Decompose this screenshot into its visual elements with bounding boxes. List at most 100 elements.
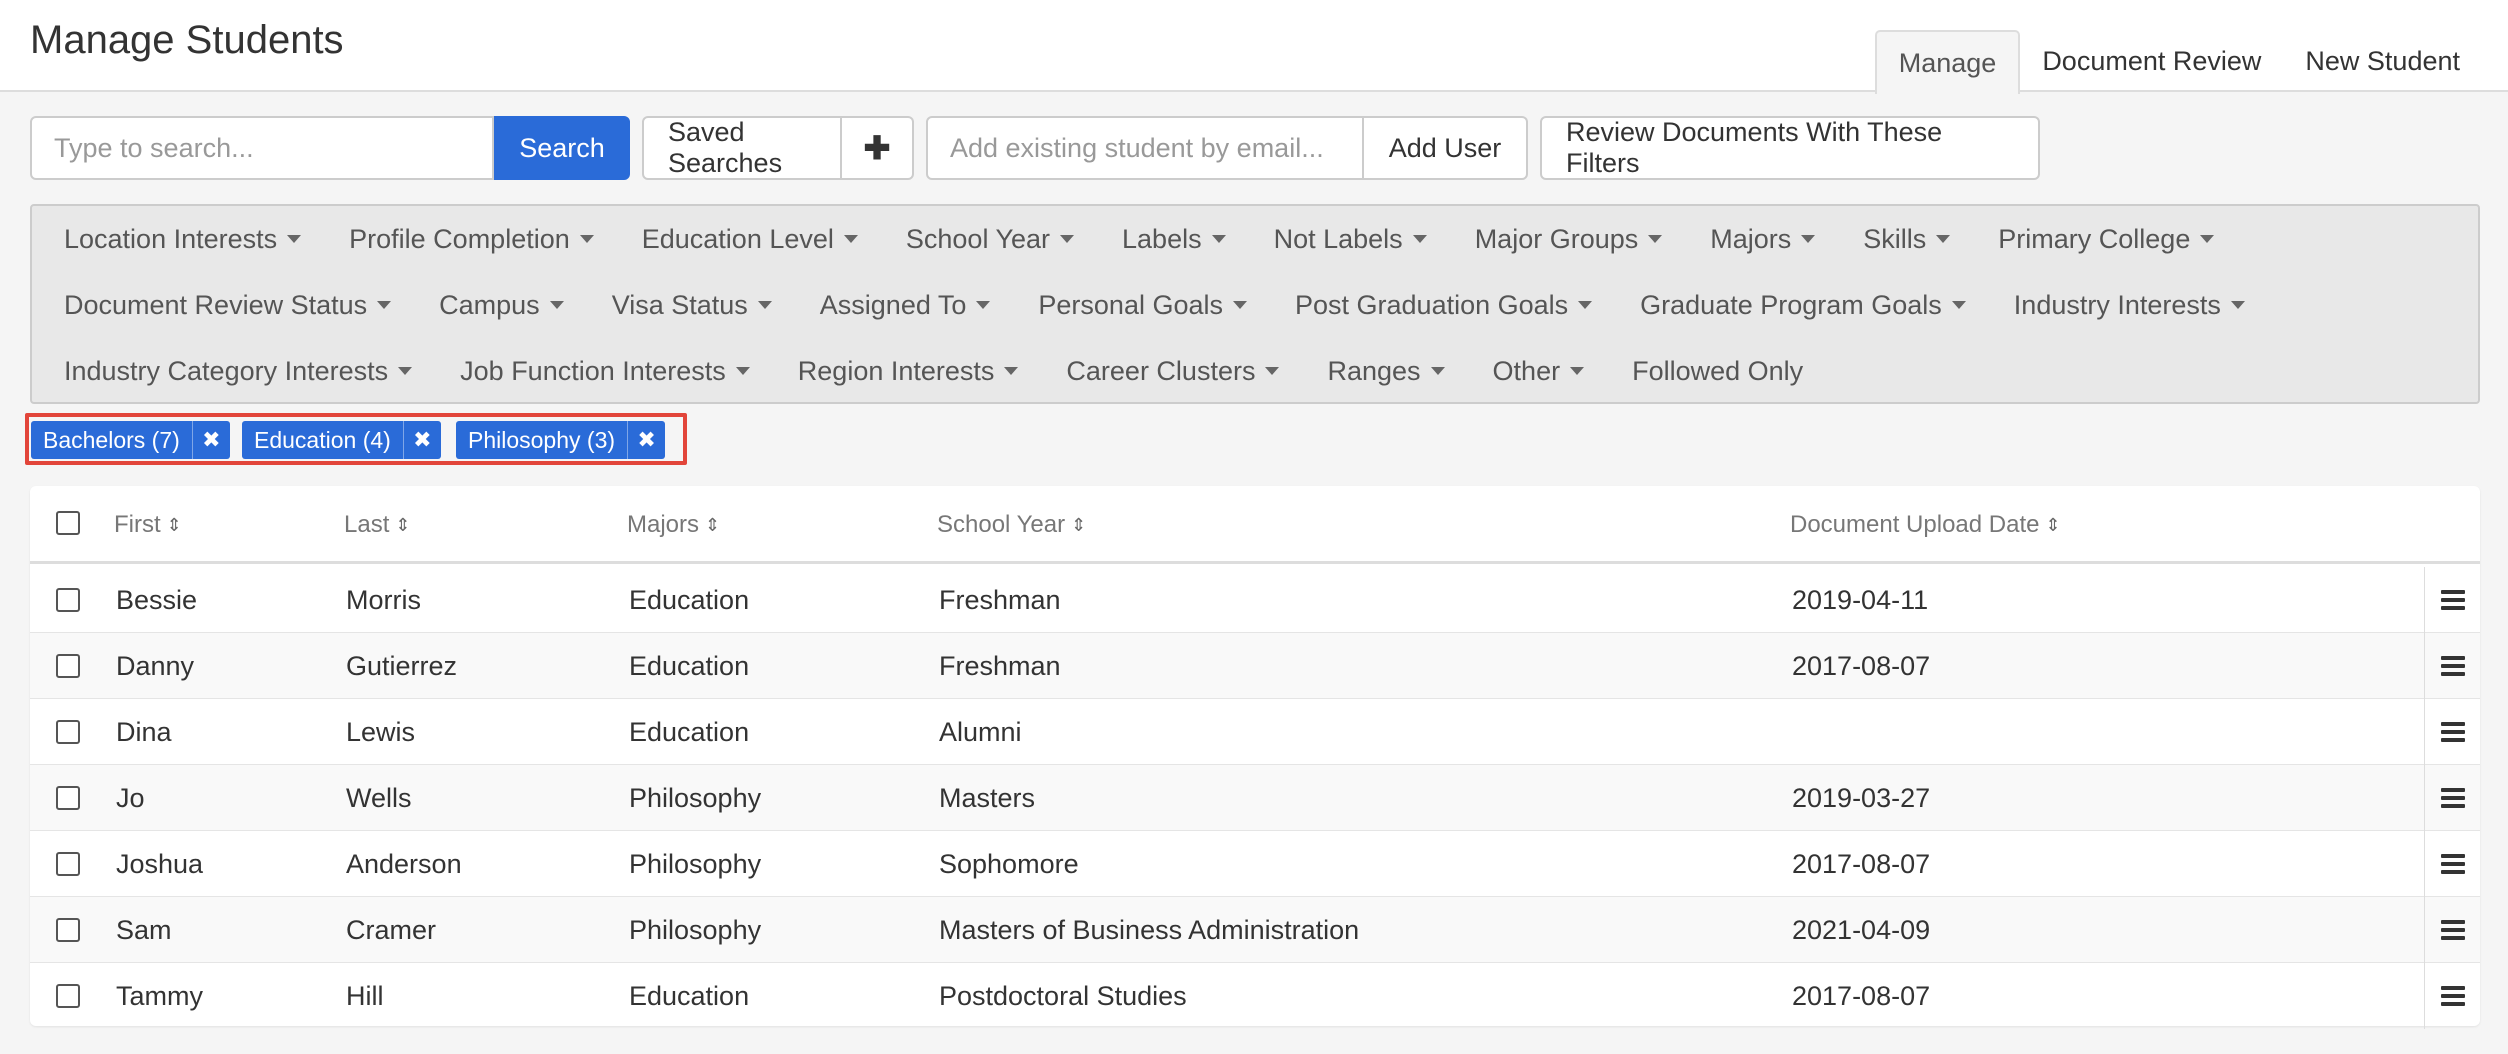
- filter-visa-status[interactable]: Visa Status: [580, 272, 788, 338]
- filter-label: Major Groups: [1474, 223, 1639, 254]
- filter-personal-goals[interactable]: Personal Goals: [1006, 272, 1263, 338]
- row-menu-button[interactable]: [2424, 963, 2480, 1029]
- caret-down-icon: [1265, 367, 1280, 375]
- filter-region-interests[interactable]: Region Interests: [766, 338, 1035, 404]
- caret-down-icon: [1648, 235, 1663, 243]
- filter-education-level[interactable]: Education Level: [610, 206, 874, 272]
- cell-last: Cramer: [346, 914, 437, 945]
- table-row[interactable]: Danny Gutierrez Education Freshman 2017-…: [30, 633, 2480, 699]
- cell-school-year: Alumni: [939, 716, 1022, 747]
- add-saved-search-button[interactable]: ✚: [842, 116, 914, 180]
- hamburger-icon: [2440, 590, 2465, 610]
- table-row[interactable]: Dina Lewis Education Alumni: [30, 699, 2480, 765]
- row-checkbox[interactable]: [56, 588, 80, 612]
- cell-majors: Education: [629, 650, 750, 681]
- tab-document-review[interactable]: Document Review: [2020, 30, 2283, 92]
- search-input[interactable]: [30, 116, 494, 180]
- caret-down-icon: [1936, 235, 1951, 243]
- row-menu-button[interactable]: [2424, 633, 2480, 699]
- saved-searches-button[interactable]: Saved Searches: [642, 116, 842, 180]
- row-checkbox[interactable]: [56, 918, 80, 942]
- column-last[interactable]: Last ⇕: [344, 486, 410, 564]
- cell-first: Bessie: [116, 584, 198, 615]
- view-tabs: Manage Document Review New Student: [1874, 30, 2508, 94]
- caret-down-icon: [398, 367, 413, 375]
- select-all-checkbox[interactable]: [56, 511, 80, 535]
- search-button[interactable]: Search: [494, 116, 630, 180]
- row-checkbox[interactable]: [56, 786, 80, 810]
- cell-last: Hill: [346, 980, 384, 1011]
- row-menu-button[interactable]: [2424, 831, 2480, 897]
- filter-primary-college[interactable]: Primary College: [1966, 206, 2230, 272]
- filter-row: Document Review Status Campus Visa Statu…: [32, 272, 2261, 338]
- cell-upload-date: 2017-08-07: [1792, 848, 1931, 879]
- cell-upload-date: 2021-04-09: [1792, 914, 1931, 945]
- filter-job-function-interests[interactable]: Job Function Interests: [428, 338, 766, 404]
- row-menu-button[interactable]: [2424, 699, 2480, 765]
- table-row[interactable]: Sam Cramer Philosophy Masters of Busines…: [30, 897, 2480, 963]
- filter-ranges[interactable]: Ranges: [1295, 338, 1460, 404]
- row-checkbox[interactable]: [56, 654, 80, 678]
- cell-majors: Philosophy: [629, 848, 762, 879]
- chip-label: Philosophy (3): [468, 426, 616, 453]
- column-first[interactable]: First ⇕: [114, 486, 182, 564]
- caret-down-icon: [1412, 235, 1427, 243]
- filter-label: Visa Status: [611, 289, 748, 320]
- caret-down-icon: [549, 301, 564, 309]
- filter-labels[interactable]: Labels: [1090, 206, 1242, 272]
- table-row[interactable]: Joshua Anderson Philosophy Sophomore 201…: [30, 831, 2480, 897]
- tab-manage[interactable]: Manage: [1874, 30, 2021, 94]
- filter-followed-only[interactable]: Followed Only: [1600, 338, 1819, 404]
- row-menu-button[interactable]: [2424, 765, 2480, 831]
- filter-graduate-program-goals[interactable]: Graduate Program Goals: [1608, 272, 1982, 338]
- filter-label: Graduate Program Goals: [1640, 289, 1942, 320]
- table-row[interactable]: Bessie Morris Education Freshman 2019-04…: [30, 567, 2480, 633]
- table-header: First ⇕ Last ⇕ Majors ⇕ School Year ⇕ Docume…: [30, 486, 2480, 564]
- remove-chip-icon[interactable]: ✖: [191, 421, 230, 459]
- cell-school-year: Sophomore: [939, 848, 1079, 879]
- filter-location-interests[interactable]: Location Interests: [32, 206, 317, 272]
- hamburger-icon: [2440, 920, 2465, 940]
- column-label: Majors: [627, 511, 700, 538]
- remove-chip-icon[interactable]: ✖: [627, 421, 665, 459]
- filter-post-graduation-goals[interactable]: Post Graduation Goals: [1263, 272, 1608, 338]
- filter-majors[interactable]: Majors: [1678, 206, 1831, 272]
- row-menu-button[interactable]: [2424, 567, 2480, 633]
- filter-label: School Year: [905, 223, 1051, 254]
- table-row[interactable]: Jo Wells Philosophy Masters 2019-03-27: [30, 765, 2480, 831]
- add-student-email-input[interactable]: [926, 116, 1364, 180]
- page-header: Manage Students Manage Document Review N…: [0, 0, 2508, 94]
- filter-label: Industry Category Interests: [64, 355, 389, 386]
- tab-new-student[interactable]: New Student: [2283, 30, 2508, 92]
- filter-assigned-to[interactable]: Assigned To: [788, 272, 1007, 338]
- filter-major-groups[interactable]: Major Groups: [1443, 206, 1679, 272]
- cell-last: Wells: [346, 782, 412, 813]
- filter-other[interactable]: Other: [1461, 338, 1601, 404]
- column-school-year[interactable]: School Year ⇕: [937, 486, 1086, 564]
- add-user-button[interactable]: Add User: [1364, 116, 1528, 180]
- filter-document-review-status[interactable]: Document Review Status: [32, 272, 407, 338]
- remove-chip-icon[interactable]: ✖: [402, 421, 441, 459]
- hamburger-icon: [2440, 788, 2465, 808]
- cell-majors: Education: [629, 584, 750, 615]
- caret-down-icon: [2200, 235, 2215, 243]
- caret-down-icon: [1570, 367, 1585, 375]
- row-checkbox[interactable]: [56, 984, 80, 1008]
- filter-school-year[interactable]: School Year: [874, 206, 1090, 272]
- column-majors[interactable]: Majors ⇕: [627, 486, 720, 564]
- filter-career-clusters[interactable]: Career Clusters: [1034, 338, 1295, 404]
- filter-industry-interests[interactable]: Industry Interests: [1982, 272, 2261, 338]
- filter-campus[interactable]: Campus: [407, 272, 580, 338]
- row-menu-button[interactable]: [2424, 897, 2480, 963]
- review-documents-button[interactable]: Review Documents With These Filters: [1540, 116, 2040, 180]
- filter-profile-completion[interactable]: Profile Completion: [317, 206, 610, 272]
- row-checkbox[interactable]: [56, 852, 80, 876]
- filter-industry-category-interests[interactable]: Industry Category Interests: [32, 338, 428, 404]
- row-checkbox[interactable]: [56, 720, 80, 744]
- table-row[interactable]: Tammy Hill Education Postdoctoral Studie…: [30, 963, 2480, 1029]
- column-label: Last: [344, 511, 390, 538]
- filter-not-labels[interactable]: Not Labels: [1242, 206, 1443, 272]
- sort-icon: ⇕: [166, 514, 182, 535]
- filter-skills[interactable]: Skills: [1831, 206, 1966, 272]
- column-document-upload-date[interactable]: Document Upload Date ⇕: [1790, 486, 2061, 564]
